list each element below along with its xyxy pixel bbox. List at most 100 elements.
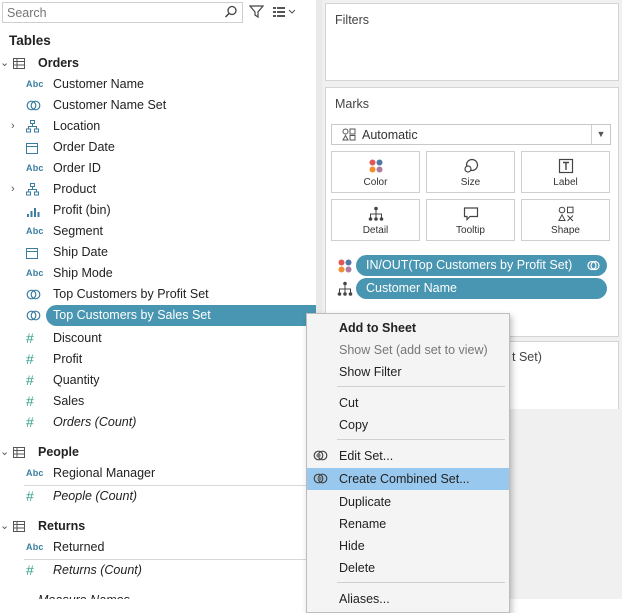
field-sales[interactable]: # Sales	[0, 391, 316, 412]
menu-separator	[337, 582, 505, 583]
field-product[interactable]: › Product	[0, 179, 316, 200]
field-quantity[interactable]: # Quantity	[0, 370, 316, 391]
table-icon	[13, 53, 31, 74]
view-list-icon[interactable]	[273, 6, 295, 18]
color-icon	[369, 159, 382, 173]
detail-button[interactable]: Detail	[331, 199, 420, 241]
string-icon: Abc	[26, 79, 44, 89]
string-icon: Abc	[26, 163, 44, 173]
mark-type-dropdown[interactable]: Automatic ▼	[331, 124, 611, 145]
field-top-customers-by-sales-set[interactable]: Top Customers by Sales Set	[0, 305, 316, 326]
table-icon	[13, 516, 31, 537]
label-button[interactable]: Label	[521, 151, 610, 193]
automatic-mark-icon	[342, 128, 356, 141]
chevron-right-icon[interactable]: ›	[11, 116, 21, 137]
context-menu: Add to Sheet Show Set (add set to view) …	[306, 313, 510, 613]
field-ship-mode[interactable]: Abc Ship Mode	[0, 263, 316, 284]
color-pill-top-customers-profit[interactable]: IN/OUT(Top Customers by Profit Set)	[356, 255, 607, 276]
set-legend-title: t Set)	[512, 350, 542, 364]
field-customer-name-set[interactable]: Customer Name Set	[0, 95, 316, 116]
measure-icon: #	[26, 488, 34, 504]
size-icon	[463, 158, 478, 173]
field-returns-count[interactable]: # Returns (Count)	[0, 560, 316, 581]
color-button[interactable]: Color	[331, 151, 420, 193]
table-returns[interactable]: ⌄ Returns	[0, 516, 316, 537]
menu-show-filter[interactable]: Show Filter	[307, 361, 509, 383]
search-icon[interactable]	[224, 5, 238, 19]
menu-cut[interactable]: Cut	[307, 392, 509, 414]
field-discount[interactable]: # Discount	[0, 328, 316, 349]
menu-edit-set[interactable]: Edit Set...	[307, 445, 509, 467]
menu-copy[interactable]: Copy	[307, 414, 509, 436]
menu-aliases[interactable]: Aliases...	[307, 588, 509, 610]
field-customer-name[interactable]: Abc Customer Name	[0, 74, 316, 95]
field-orders-count[interactable]: # Orders (Count)	[0, 412, 316, 433]
field-top-customers-by-profit-set[interactable]: Top Customers by Profit Set	[0, 284, 316, 305]
color-icon	[338, 259, 352, 273]
measure-icon: #	[26, 414, 34, 430]
hierarchy-icon	[26, 183, 39, 196]
menu-rename[interactable]: Rename	[307, 513, 509, 535]
table-label: Orders	[38, 56, 79, 70]
search-input[interactable]	[3, 3, 221, 22]
label-icon	[558, 158, 573, 174]
string-icon: Abc	[26, 468, 44, 478]
field-location[interactable]: › Location	[0, 116, 316, 137]
field-profit-bin[interactable]: Profit (bin)	[0, 200, 316, 221]
detail-icon	[337, 281, 353, 296]
chevron-down-icon[interactable]: ⌄	[0, 516, 10, 537]
set-icon	[313, 450, 328, 461]
chevron-right-icon[interactable]: ›	[11, 179, 21, 200]
detail-icon	[368, 206, 383, 221]
bin-icon	[27, 207, 40, 217]
field-order-id[interactable]: Abc Order ID	[0, 158, 316, 179]
menu-delete[interactable]: Delete	[307, 557, 509, 579]
set-icon	[26, 310, 41, 321]
shape-icon	[557, 206, 573, 222]
tooltip-icon	[463, 207, 478, 221]
measure-icon: #	[26, 351, 34, 367]
field-profit[interactable]: # Profit	[0, 349, 316, 370]
field-ship-date[interactable]: Ship Date	[0, 242, 316, 263]
chevron-down-icon[interactable]: ⌄	[0, 53, 10, 74]
hierarchy-icon	[26, 120, 39, 133]
table-orders[interactable]: ⌄ Orders	[0, 53, 316, 74]
set-icon	[26, 289, 41, 300]
search-box[interactable]	[2, 2, 243, 23]
calendar-icon	[26, 247, 38, 259]
data-pane: Tables ⌄ Orders AbcCustomer NameCustomer…	[0, 0, 316, 599]
menu-separator	[337, 439, 505, 440]
menu-hide[interactable]: Hide	[307, 535, 509, 557]
combined-set-icon	[313, 473, 328, 484]
tables-header: Tables	[9, 33, 51, 48]
menu-separator	[337, 386, 505, 387]
set-icon	[587, 260, 600, 271]
size-button[interactable]: Size	[426, 151, 515, 193]
string-icon: Abc	[26, 268, 44, 278]
measure-icon: #	[26, 330, 34, 346]
field-measure-names[interactable]: Measure Names	[0, 590, 316, 599]
detail-pill-customer-name[interactable]: Customer Name	[356, 278, 607, 299]
tooltip-button[interactable]: Tooltip	[426, 199, 515, 241]
filters-title: Filters	[335, 13, 370, 27]
table-icon	[13, 442, 31, 463]
filters-card[interactable]: Filters	[325, 3, 619, 81]
shape-button[interactable]: Shape	[521, 199, 610, 241]
field-segment[interactable]: Abc Segment	[0, 221, 316, 242]
field-order-date[interactable]: Order Date	[0, 137, 316, 158]
string-icon: Abc	[26, 542, 44, 552]
measure-icon: #	[26, 393, 34, 409]
field-people-count[interactable]: # People (Count)	[0, 486, 316, 507]
table-people[interactable]: ⌄ People	[0, 442, 316, 463]
chevron-down-icon[interactable]: ⌄	[0, 442, 10, 463]
measure-icon: #	[26, 562, 34, 578]
field-regional-manager[interactable]: Abc Regional Manager	[0, 463, 316, 484]
filter-icon[interactable]	[249, 4, 264, 19]
menu-create-combined-set[interactable]: Create Combined Set...	[307, 468, 509, 490]
menu-duplicate[interactable]: Duplicate	[307, 491, 509, 513]
chevron-down-icon[interactable]: ▼	[591, 125, 610, 144]
menu-show-set: Show Set (add set to view)	[339, 343, 488, 357]
calendar-icon	[26, 142, 38, 154]
field-returned[interactable]: Abc Returned	[0, 537, 316, 558]
menu-add-to-sheet[interactable]: Add to Sheet	[307, 317, 509, 339]
